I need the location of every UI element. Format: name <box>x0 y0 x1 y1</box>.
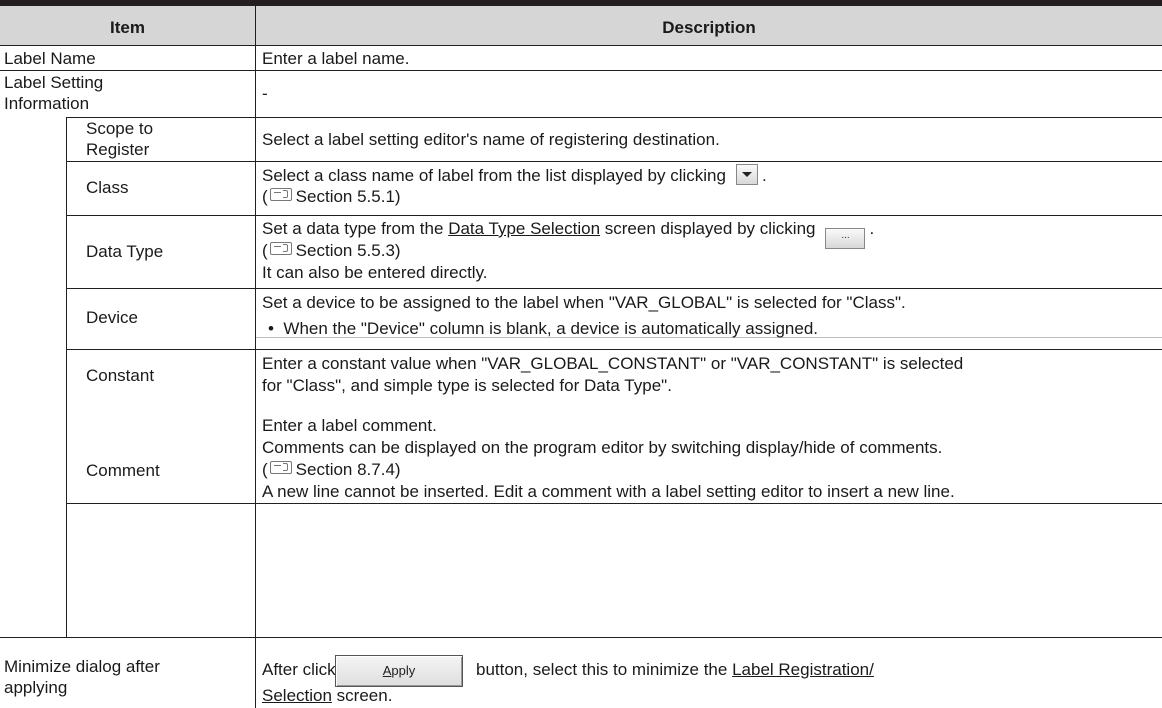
desc-data-type-ref: ( Section 5.5.3) <box>262 240 401 261</box>
ref-section-comment: Section 8.7.4 <box>295 460 395 479</box>
desc-minimize-screen: screen. <box>336 686 393 705</box>
desc-scope-to-register: Select a label setting editor's name of … <box>262 130 720 149</box>
ref-paren-open: ( <box>262 187 268 206</box>
reference-pointer-icon <box>269 188 292 201</box>
desc-label-setting-information: - <box>262 84 268 103</box>
item-minimize-dialog: Minimize dialog after applying <box>4 657 160 697</box>
row-divider <box>0 45 1162 46</box>
desc-comment-line4: A new line cannot be inserted. Edit a co… <box>262 482 955 501</box>
desc-comment-ref: ( Section 8.7.4) <box>262 459 401 480</box>
header-description: Description <box>662 18 756 37</box>
item-comment: Comment <box>86 461 160 480</box>
header-item: Item <box>110 18 145 37</box>
item-scope-to-register: Scope to Register <box>86 119 154 159</box>
desc-comment-line1: Enter a label comment. <box>262 416 437 435</box>
desc-minimize-text-b: button, select this to minimize the Labe… <box>476 659 874 680</box>
desc-data-type-text-b: screen displayed by clicking <box>604 219 816 238</box>
dropdown-button-icon <box>735 164 758 185</box>
ref-paren-open: ( <box>262 241 268 260</box>
desc-minimize-line2: Selection screen. <box>262 685 392 706</box>
desc-constant-line2: for "Class", and simple type is selected… <box>262 376 672 395</box>
row-divider <box>66 215 1162 216</box>
ref-section-data-type: Section 5.5.3 <box>295 241 395 260</box>
desc-class-text: Select a class name of label from the li… <box>262 166 726 185</box>
indent-divider <box>66 117 67 637</box>
desc-data-type-line3: It can also be entered directly. <box>262 263 488 282</box>
ref-paren-open: ( <box>262 460 268 479</box>
row-divider <box>66 161 1162 162</box>
bullet: • <box>268 319 274 338</box>
ref-paren-close: ) <box>394 460 401 479</box>
item-label-setting-information: Label Setting Information <box>4 73 104 113</box>
desc-class-line1: Select a class name of label from the li… <box>262 164 767 186</box>
desc-device-bullet-item: • When the "Device" column is blank, a d… <box>268 318 818 339</box>
desc-class-end: . <box>761 166 767 185</box>
item-constant: Constant <box>86 366 155 385</box>
desc-constant-line1: Enter a constant value when "VAR_GLOBAL_… <box>262 354 964 373</box>
row-divider <box>66 117 1162 118</box>
desc-minimize-b: button, select this to minimize the <box>476 660 728 679</box>
desc-label-name: Enter a label name. <box>262 49 410 68</box>
item-class: Class <box>86 178 129 197</box>
ellipsis-button-icon: ... <box>825 228 866 249</box>
item-device: Device <box>86 308 138 327</box>
reference-pointer-icon <box>269 461 292 474</box>
row-divider <box>66 288 1162 289</box>
ref-paren-close: ) <box>394 187 401 206</box>
desc-device-line1: Set a device to be assigned to the label… <box>262 293 906 312</box>
label-registration-link: Label Registration/ <box>732 660 874 679</box>
desc-device-line2: When the "Device" column is blank, a dev… <box>283 319 819 338</box>
reference-pointer-icon <box>269 242 292 255</box>
desc-data-type-end: . <box>869 219 875 238</box>
item-data-type: Data Type <box>86 242 164 261</box>
row-divider <box>66 349 1162 350</box>
data-type-selection-link: Data Type Selection <box>448 219 601 238</box>
column-divider <box>255 6 256 708</box>
row-divider <box>0 70 1162 71</box>
selection-link: Selection <box>262 686 332 705</box>
desc-comment-line2: Comments can be displayed on the program… <box>262 438 943 457</box>
ref-paren-close: ) <box>394 241 401 260</box>
apply-button: Apply <box>335 655 463 687</box>
row-divider <box>66 503 1162 504</box>
ref-section-class: Section 5.5.1 <box>295 187 395 206</box>
apply-label-rest: pply <box>391 663 416 678</box>
item-label-name: Label Name <box>4 49 96 68</box>
desc-class-ref: ( Section 5.5.1) <box>262 186 401 207</box>
desc-data-type-text-a: Set a data type from the <box>262 219 444 238</box>
row-divider <box>0 637 1162 638</box>
